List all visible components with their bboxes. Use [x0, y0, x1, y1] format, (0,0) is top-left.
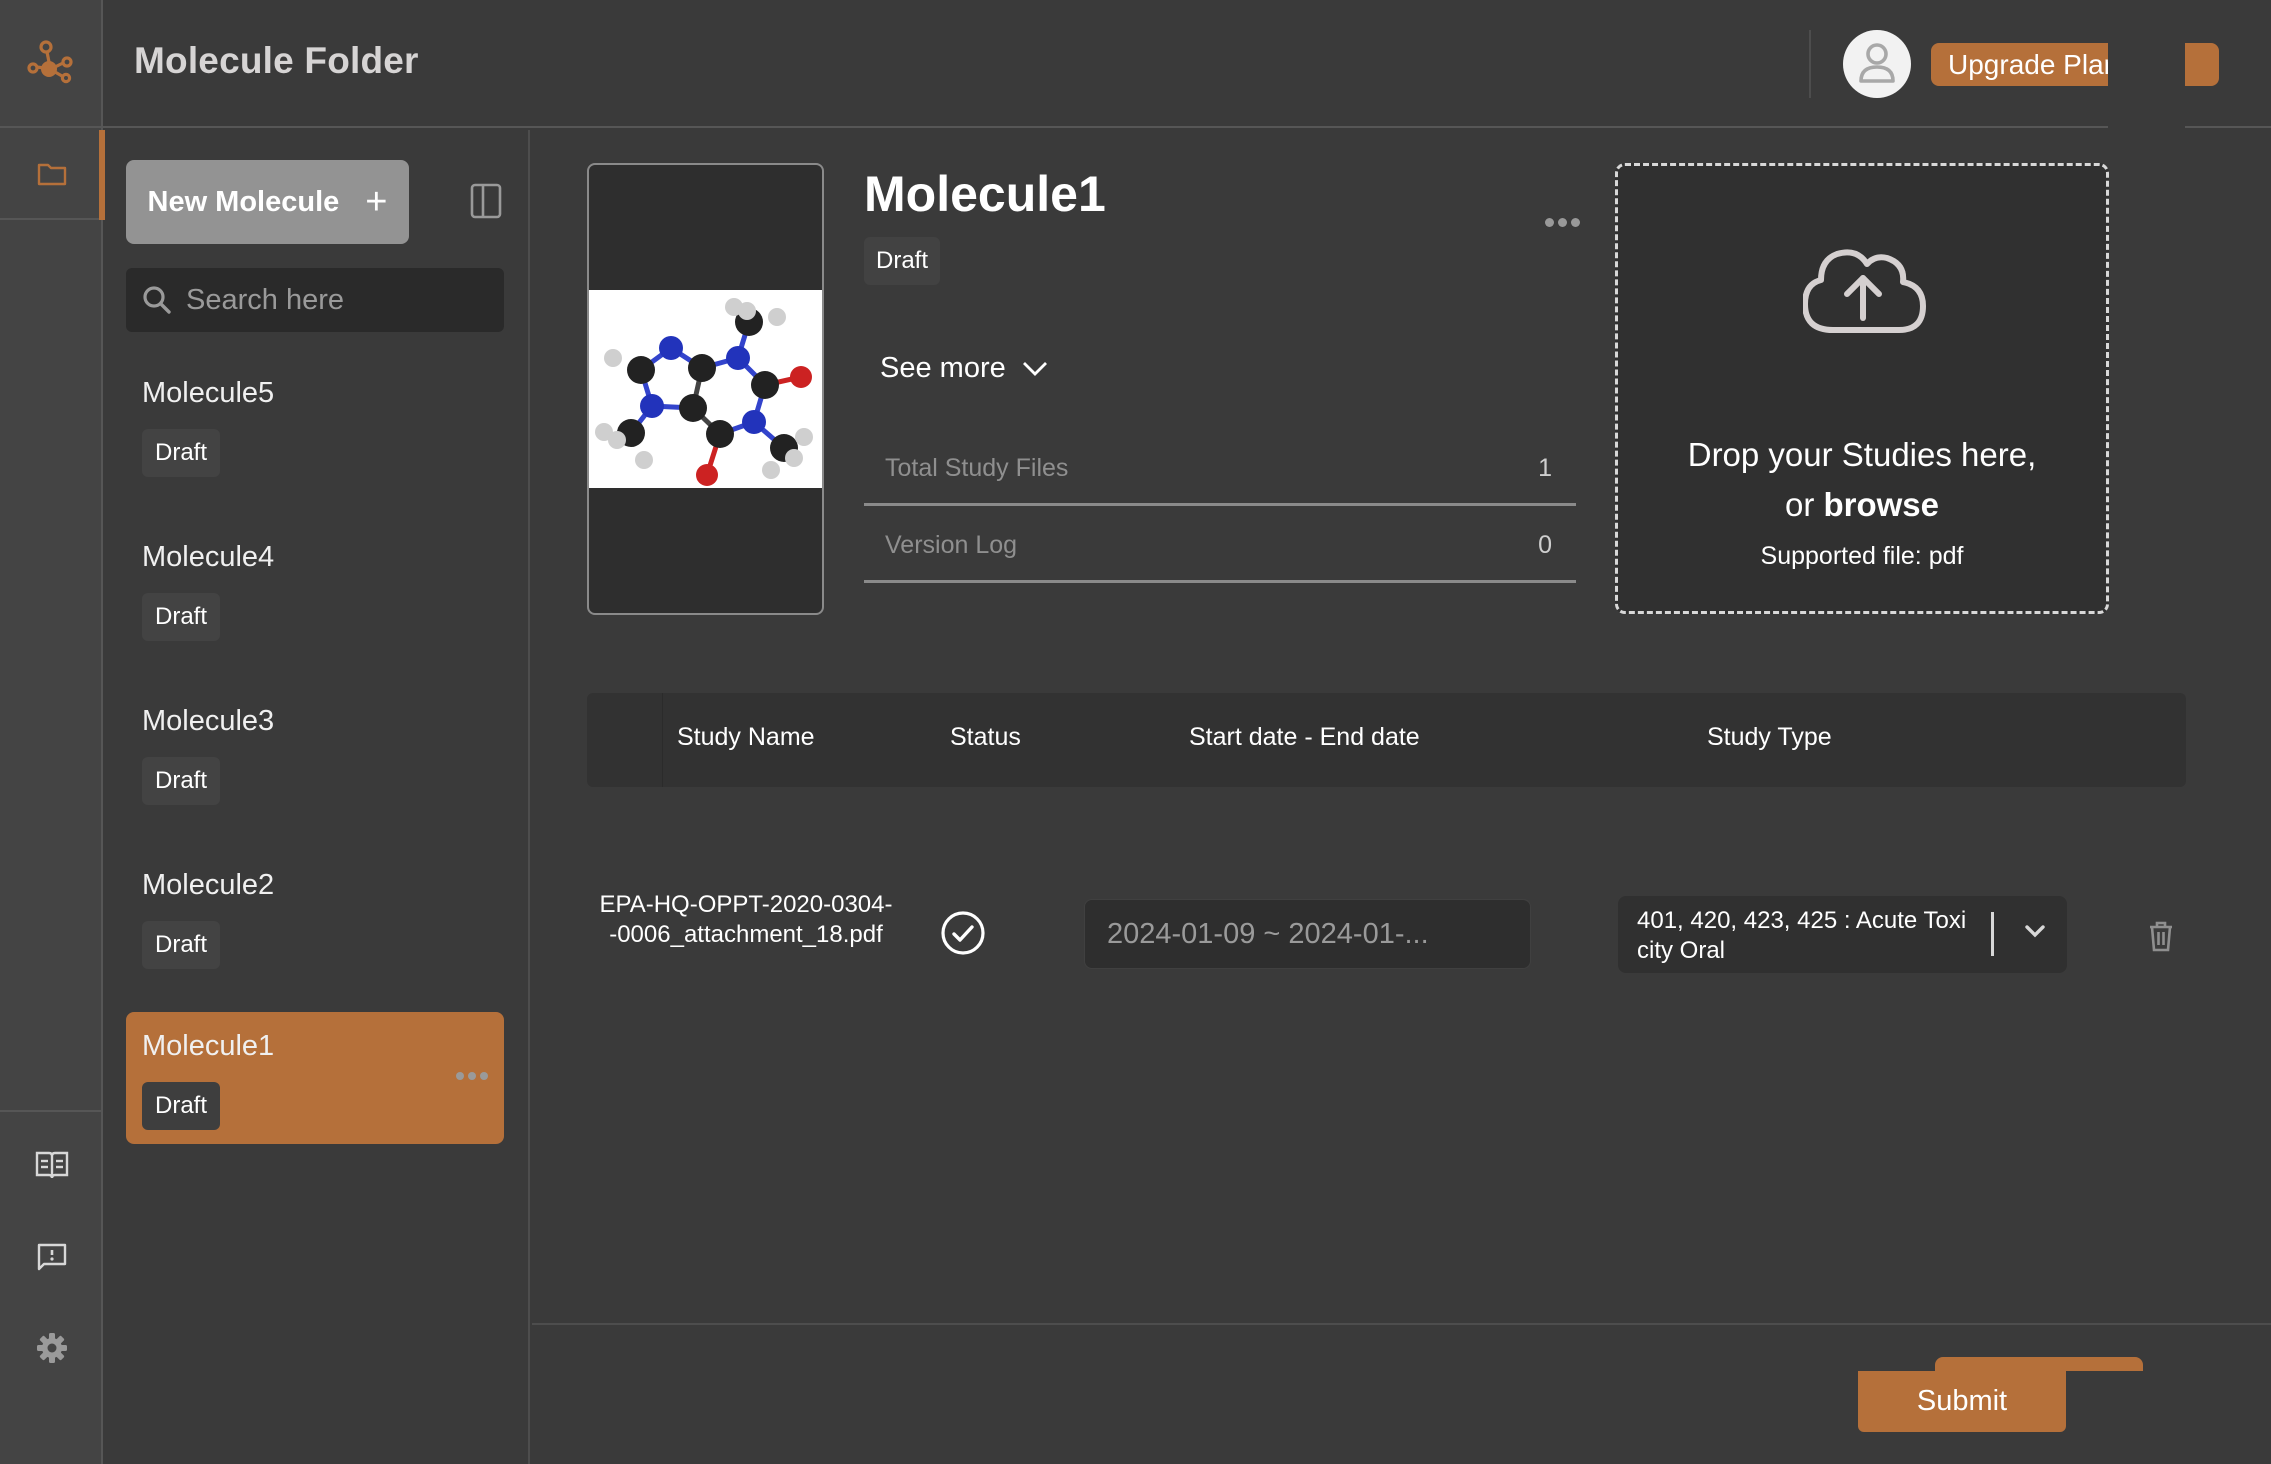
- study-name: EPA-HQ-OPPT-2020-0304--0006_attachment_1…: [599, 891, 893, 948]
- rail-item-settings[interactable]: [0, 1332, 103, 1364]
- status-badge: Draft: [142, 429, 221, 477]
- stat-total-study-files: Total Study Files 1: [864, 430, 1576, 506]
- left-rail: [0, 0, 105, 1464]
- supported-file-text: Supported file: pdf: [1760, 542, 1964, 570]
- stat-label: Version Log: [885, 531, 1018, 559]
- folder-icon: [37, 163, 66, 186]
- sidebar-panel-icon: [470, 183, 502, 219]
- molecule-list-panel: New Molecule + Molecule5 Draft Molecule4…: [103, 130, 530, 1464]
- column-header-date: Start date - End date: [1189, 723, 1420, 751]
- molecule-list-item[interactable]: Molecule2 Draft: [126, 851, 504, 983]
- overlay-strip: [2108, 0, 2185, 140]
- app-window: Molecule Folder Upgrade Plan New Molecul…: [0, 0, 2271, 1464]
- chevron-down-icon: [1022, 361, 1047, 376]
- stat-version-log[interactable]: Version Log 0: [864, 507, 1576, 583]
- browse-link[interactable]: browse: [1823, 486, 1939, 523]
- app-logo[interactable]: [0, 0, 103, 128]
- user-icon: [1859, 43, 1895, 83]
- table-row: EPA-HQ-OPPT-2020-0304--0006_attachment_1…: [587, 870, 2186, 1000]
- footer-divider: [532, 1323, 2271, 1325]
- molecule-name: Molecule4: [142, 541, 275, 573]
- new-molecule-label: New Molecule: [147, 185, 340, 218]
- submit-button[interactable]: Submit: [1858, 1371, 2066, 1432]
- feedback-message-icon: [37, 1243, 66, 1271]
- see-more-button[interactable]: See more: [880, 352, 1048, 385]
- rail-item-folder[interactable]: [0, 130, 105, 220]
- rail-bottom-group: [0, 1110, 103, 1363]
- molecule-list-item[interactable]: Molecule3 Draft: [126, 687, 504, 819]
- trash-icon[interactable]: [2148, 920, 2174, 952]
- study-type-select[interactable]: 401, 420, 423, 425 : Acute Toxicity Oral: [1618, 896, 2067, 973]
- header-divider: [1809, 30, 1811, 98]
- more-options-icon[interactable]: [456, 1072, 488, 1080]
- molecule-list-item-active[interactable]: Molecule1 Draft: [126, 1012, 504, 1144]
- select-column: [587, 693, 663, 787]
- main-content: Molecule1 Draft See more Total Study Fil…: [532, 130, 2271, 1464]
- stat-value: 1: [1538, 454, 1552, 482]
- status-badge: Draft: [142, 757, 221, 805]
- toggle-panel-button[interactable]: [470, 183, 502, 219]
- status-badge: Draft: [142, 921, 221, 969]
- study-type-value: 401, 420, 423, 425 : Acute Toxicity Oral: [1637, 907, 1967, 964]
- gear-icon: [36, 1333, 67, 1363]
- chevron-down-icon[interactable]: [2024, 924, 2046, 938]
- dropzone-text: Drop your Studies here,: [1687, 436, 2037, 473]
- molecule-more-options-icon[interactable]: [1545, 218, 1580, 227]
- molecule-list-item[interactable]: Molecule5 Draft: [126, 359, 504, 491]
- top-header: Molecule Folder Upgrade Plan: [103, 0, 2271, 128]
- molecule-name: Molecule1: [142, 1030, 275, 1062]
- stat-label: Total Study Files: [885, 454, 1069, 482]
- molecule-name: Molecule5: [142, 377, 275, 409]
- status-badge: Draft: [142, 1082, 221, 1130]
- check-circle-icon: [941, 911, 985, 955]
- molecule-name: Molecule3: [142, 705, 275, 737]
- search-box: [126, 268, 504, 332]
- molecule-title: Molecule1: [864, 166, 1106, 222]
- studies-table-header: Study Name Status Start date - End date …: [587, 693, 2186, 787]
- date-range-input[interactable]: 2024-01-09 ~ 2024-01-...: [1084, 899, 1531, 969]
- column-header-study-type: Study Type: [1707, 723, 1832, 751]
- plus-icon: +: [365, 181, 388, 223]
- column-header-study-name: Study Name: [677, 723, 815, 751]
- file-dropzone[interactable]: Drop your Studies here, or browse Suppor…: [1615, 163, 2109, 614]
- molecule-name: Molecule2: [142, 869, 275, 901]
- submit-button-artifact: [1935, 1357, 2143, 1371]
- molecule-image-frame: [587, 163, 824, 615]
- column-header-status: Status: [950, 723, 1021, 751]
- rail-item-docs[interactable]: [0, 1150, 103, 1180]
- select-separator: [1991, 912, 1994, 956]
- user-avatar[interactable]: [1843, 30, 1911, 98]
- molecule-status-badge: Draft: [864, 237, 941, 285]
- cloud-upload-icon: [1803, 249, 1926, 333]
- new-molecule-button[interactable]: New Molecule +: [126, 160, 409, 244]
- molecule-logo-icon: [26, 40, 73, 84]
- stat-value: 0: [1538, 531, 1552, 559]
- molecule-list-item[interactable]: Molecule4 Draft: [126, 523, 504, 655]
- open-book-icon: [35, 1151, 68, 1179]
- caffeine-molecule-icon: [595, 298, 813, 486]
- page-title: Molecule Folder: [134, 40, 419, 81]
- search-input[interactable]: [186, 283, 486, 317]
- molecule-structure-image: [589, 290, 822, 488]
- status-badge: Draft: [142, 593, 221, 641]
- dropzone-or: or: [1784, 486, 1824, 523]
- rail-item-feedback[interactable]: [0, 1242, 103, 1272]
- search-icon: [143, 286, 171, 314]
- dropzone-browse-line: or browse: [1618, 486, 2106, 524]
- see-more-label: See more: [880, 352, 1006, 384]
